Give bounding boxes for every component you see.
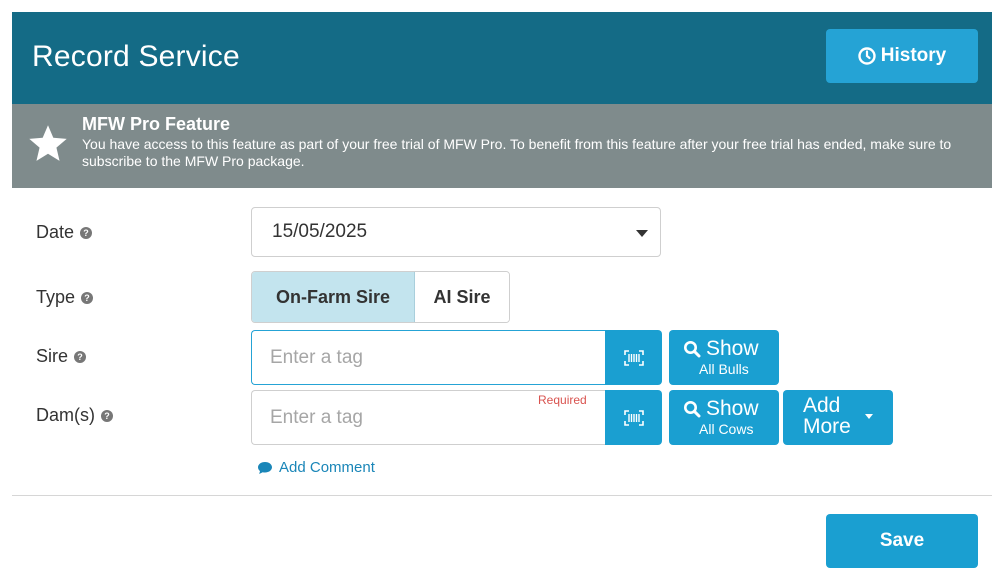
sire-scan-button[interactable] — [605, 330, 662, 385]
search-icon — [684, 341, 701, 358]
page-header: Record Service History — [12, 12, 992, 104]
type-option-ai-sire[interactable]: AI Sire — [415, 272, 509, 322]
sire-label: Sire — [36, 346, 69, 366]
type-toggle: On-Farm Sire AI Sire — [251, 271, 510, 323]
chevron-down-icon — [636, 230, 648, 237]
add-more-button[interactable]: Add More — [783, 390, 893, 445]
barcode-scan-icon — [623, 349, 644, 366]
date-select[interactable]: 15/05/2025 — [251, 207, 661, 257]
show-all-cows-button[interactable]: Show All Cows — [669, 390, 779, 445]
show-all-cows-sublabel: All Cows — [699, 421, 754, 437]
pro-feature-banner: MFW Pro Feature You have access to this … — [12, 104, 992, 188]
help-icon[interactable]: ? — [74, 350, 87, 363]
dam-scan-button[interactable] — [605, 390, 662, 445]
show-all-cows-label: Show — [706, 397, 759, 420]
search-icon — [684, 401, 701, 418]
show-all-bulls-top: Show — [683, 337, 759, 361]
date-label-row: Date ? — [36, 222, 93, 243]
clock-icon — [858, 47, 876, 65]
pro-banner-text: You have access to this feature as part … — [82, 136, 952, 169]
help-icon[interactable]: ? — [81, 291, 94, 304]
star-icon — [29, 125, 67, 161]
add-more-line-2: More — [803, 415, 851, 438]
type-label: Type — [36, 287, 76, 307]
sire-tag-input[interactable] — [251, 330, 605, 385]
add-more-line-1: Add — [803, 394, 841, 417]
page-title: Record Service — [32, 40, 240, 73]
barcode-scan-icon — [623, 409, 644, 426]
footer-divider — [12, 495, 992, 496]
help-icon[interactable]: ? — [80, 226, 93, 239]
history-button-label: History — [880, 45, 947, 66]
type-label-row: Type ? — [36, 287, 94, 308]
sire-label-row: Sire ? — [36, 346, 87, 367]
history-button[interactable]: History — [826, 29, 978, 83]
help-icon[interactable]: ? — [101, 409, 113, 422]
required-indicator: Required — [538, 393, 587, 407]
show-all-bulls-button[interactable]: Show All Bulls — [669, 330, 779, 385]
type-option-on-farm-sire[interactable]: On-Farm Sire — [252, 272, 415, 322]
show-all-bulls-sublabel: All Bulls — [699, 361, 749, 377]
add-more-label: Add More — [803, 395, 851, 437]
add-comment-label: Add Comment — [279, 459, 375, 476]
show-all-cows-top: Show — [683, 397, 759, 421]
date-label: Date — [36, 222, 75, 242]
date-value: 15/05/2025 — [272, 221, 368, 242]
add-comment-link[interactable]: Add Comment — [257, 459, 375, 476]
comment-icon — [258, 461, 272, 474]
show-all-bulls-label: Show — [706, 337, 759, 360]
pro-banner-title: MFW Pro Feature — [82, 114, 231, 134]
save-button[interactable]: Save — [826, 514, 978, 568]
dams-label-row: Dam(s) ? — [36, 405, 113, 426]
dams-label: Dam(s) — [36, 405, 95, 425]
chevron-down-icon — [865, 414, 873, 419]
